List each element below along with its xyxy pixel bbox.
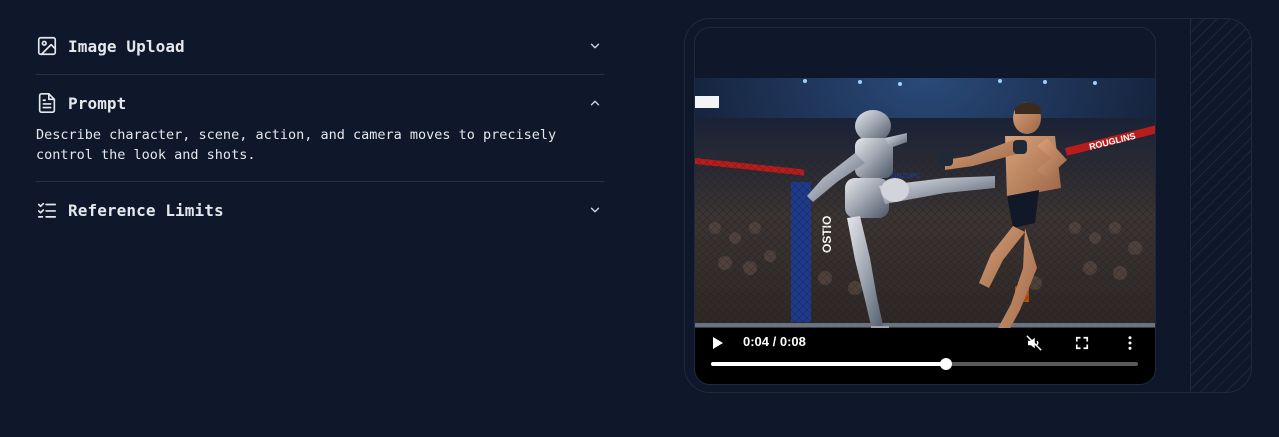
striped-placeholder [1190,19,1251,392]
muted-speaker-icon[interactable] [1025,334,1043,352]
accordion-item-prompt: Prompt Describe character, scene, action… [36,75,604,182]
video-card: ROUGLINS OSTIO [694,27,1156,385]
time-display: 0:04 / 0:08 [743,334,806,349]
preview-panel: ROUGLINS OSTIO [684,18,1252,393]
checklist-icon [36,199,58,221]
image-icon [36,35,58,57]
prompt-header[interactable]: Prompt [36,75,604,131]
document-icon [36,92,58,114]
seek-handle[interactable] [939,358,952,370]
prompt-description: Describe character, scene, action, and c… [36,127,557,163]
image-upload-title: Image Upload [68,36,185,56]
play-icon[interactable] [711,336,725,350]
accordion-item-reference-limits: Reference Limits [36,182,604,238]
video-controls: 0:04 / 0:08 [695,328,1155,384]
control-row: 0:04 / 0:08 [695,328,1155,358]
seek-progress [711,362,946,366]
fullscreen-icon[interactable] [1073,334,1091,352]
settings-accordion: Image Upload Prompt Describe character, … [36,18,604,238]
reference-limits-header[interactable]: Reference Limits [36,182,604,238]
more-vertical-icon[interactable] [1121,334,1139,352]
video-player[interactable]: ROUGLINS OSTIO [695,78,1155,384]
chevron-down-icon[interactable] [588,39,602,53]
accordion-item-image-upload: Image Upload [36,18,604,75]
chevron-down-icon[interactable] [588,203,602,217]
image-upload-header[interactable]: Image Upload [36,18,604,74]
svg-text:GNZUPC: GNZUPC [891,173,921,180]
prompt-title: Prompt [68,93,127,113]
seek-bar[interactable] [711,358,1138,370]
reference-limits-title: Reference Limits [68,200,224,220]
page: Image Upload Prompt Describe character, … [0,0,1279,437]
chevron-up-icon[interactable] [588,96,602,110]
